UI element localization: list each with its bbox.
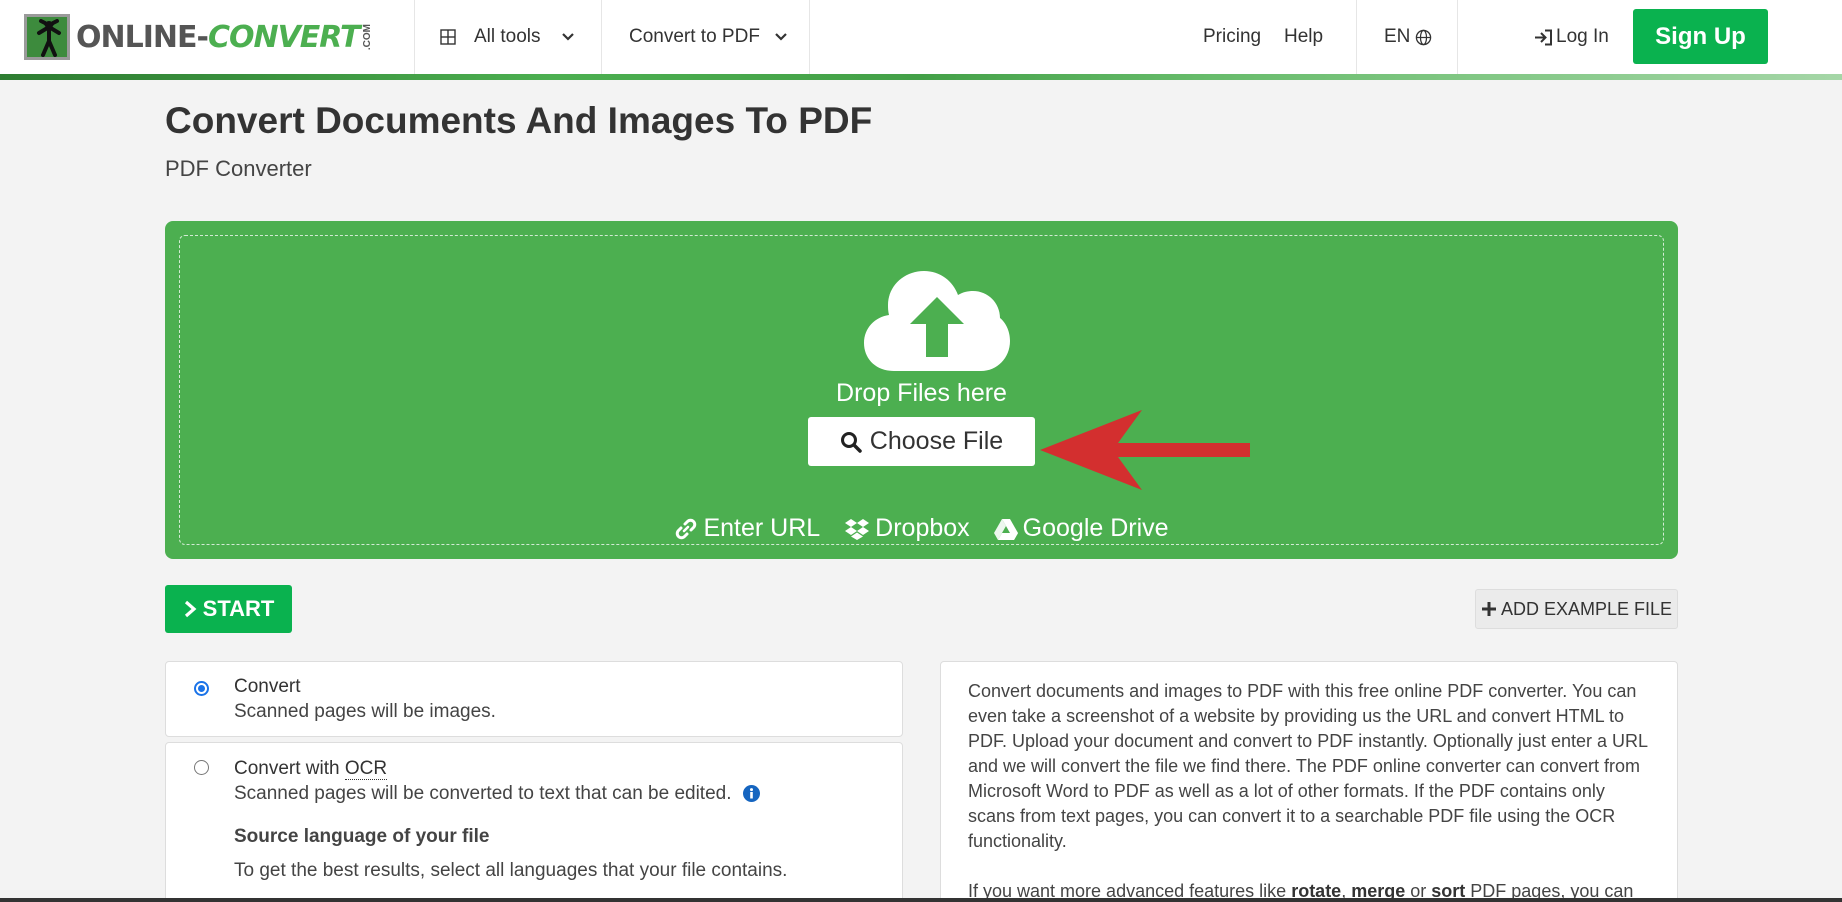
option-convert-title: Convert [234, 676, 301, 697]
option-ocr-title-prefix: Convert with [234, 758, 345, 779]
source-language-title: Source language of your file [234, 826, 490, 847]
upload-dropzone-border: Drop Files here Enter URL Dropbox Google… [179, 235, 1664, 545]
cloud-upload-icon [864, 271, 1010, 371]
bottom-strip [0, 898, 1842, 902]
choose-file-label: Choose File [869, 427, 1004, 455]
page-title: Convert Documents And Images To PDF [165, 100, 873, 141]
convert-to-pdf-menu[interactable]: Convert to PDF [629, 0, 788, 74]
google-drive-label: Google Drive [1022, 514, 1169, 542]
all-tools-label: All tools [474, 26, 541, 47]
link-icon [676, 518, 697, 539]
nav-divider [414, 0, 415, 74]
chevron-down-icon [561, 33, 574, 41]
logo-com: .COM [361, 23, 373, 51]
choose-file-button[interactable]: Choose File [808, 417, 1035, 466]
enter-url-label: Enter URL [703, 514, 821, 542]
logo-text: ONLINE-CONVERT [76, 19, 361, 55]
drop-files-text: Drop Files here [836, 379, 1007, 407]
language-selector[interactable]: EN [1384, 0, 1432, 74]
google-drive-icon [993, 518, 1018, 540]
site-header: ONLINE-CONVERT .COM All tools Convert to… [0, 0, 1842, 74]
convert-radio[interactable] [194, 681, 209, 696]
add-example-file-button[interactable]: ADD EXAMPLE FILE [1475, 589, 1678, 629]
login-link[interactable]: Log In [1534, 0, 1609, 74]
red-arrow-annotation [1040, 410, 1250, 490]
description-paragraph-1: Convert documents and images to PDF with… [968, 681, 1648, 851]
page-subtitle: PDF Converter [165, 156, 312, 181]
option-ocr-title: Convert with OCR [234, 758, 388, 780]
chevron-right-icon [184, 600, 197, 618]
dropbox-link[interactable]: Dropbox [844, 514, 970, 543]
login-label: Log In [1556, 26, 1609, 47]
converter-description: Convert documents and images to PDF with… [940, 661, 1678, 902]
dropbox-icon [845, 518, 870, 540]
site-logo[interactable]: ONLINE-CONVERT .COM [24, 14, 373, 60]
option-ocr[interactable]: Convert with OCR Scanned pages will be c… [165, 742, 903, 902]
option-convert-desc: Scanned pages will be images. [234, 701, 496, 722]
search-icon [840, 431, 862, 453]
dropbox-label: Dropbox [875, 514, 970, 542]
info-icon[interactable] [742, 785, 760, 803]
start-button[interactable]: START [165, 585, 292, 633]
ocr-radio[interactable] [194, 760, 209, 775]
language-label: EN [1384, 26, 1411, 47]
add-example-label: ADD EXAMPLE FILE [1500, 598, 1673, 619]
source-links: Enter URL Dropbox Google Drive [180, 514, 1663, 543]
google-drive-link[interactable]: Google Drive [993, 514, 1169, 543]
upload-dropzone[interactable]: Drop Files here Enter URL Dropbox Google… [165, 221, 1678, 559]
globe-icon [1416, 29, 1432, 45]
grid-icon [440, 29, 456, 45]
enter-url-link[interactable]: Enter URL [674, 514, 820, 543]
ocr-abbreviation: OCR [344, 758, 388, 780]
header-gradient-bar [0, 74, 1842, 80]
pricing-link[interactable]: Pricing [1203, 0, 1261, 74]
login-icon [1535, 29, 1552, 45]
start-label: START [202, 596, 275, 621]
nav-divider [601, 0, 602, 74]
nav-divider [1457, 0, 1458, 74]
option-ocr-desc: Scanned pages will be converted to text … [234, 783, 760, 805]
plus-icon [1481, 602, 1496, 616]
sign-up-button[interactable]: Sign Up [1633, 9, 1768, 64]
convert-to-pdf-label: Convert to PDF [629, 26, 760, 47]
option-ocr-desc-text: Scanned pages will be converted to text … [234, 783, 732, 804]
chevron-down-icon [775, 33, 787, 41]
option-convert[interactable]: Convert Scanned pages will be images. [165, 661, 903, 737]
logo-icon [24, 14, 70, 60]
help-link[interactable]: Help [1284, 0, 1323, 74]
nav-divider [1356, 0, 1357, 74]
all-tools-menu[interactable]: All tools [440, 0, 575, 74]
source-language-desc: To get the best results, select all lang… [234, 860, 788, 881]
nav-divider [809, 0, 810, 74]
